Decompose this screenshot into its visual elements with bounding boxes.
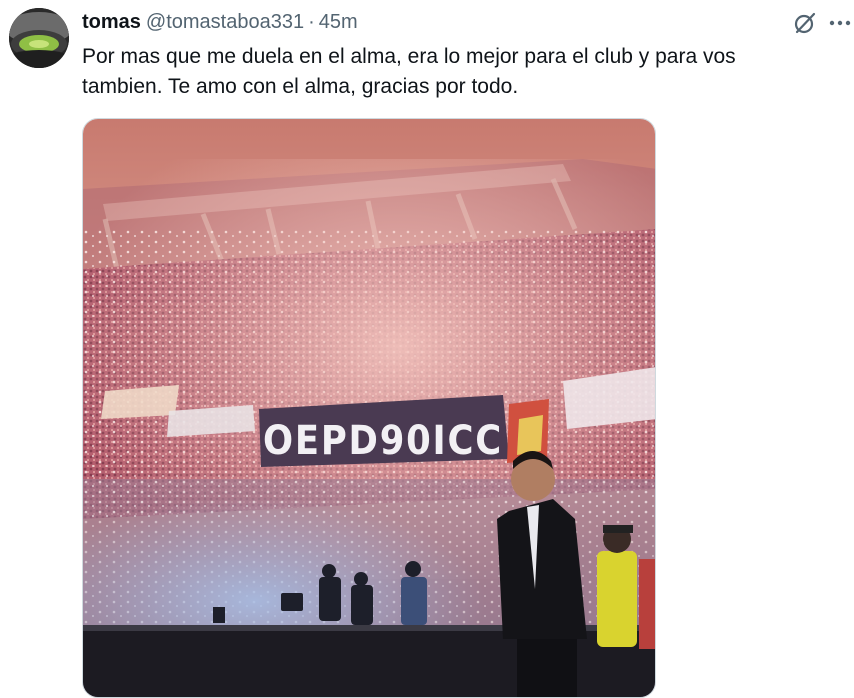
timestamp[interactable]: 45m [319, 11, 358, 34]
avatar-image [9, 8, 69, 68]
tweet-media-image[interactable]: OEPD90ICC [82, 118, 656, 698]
stadium-photo: OEPD90ICC [83, 119, 655, 697]
tweet-text: Por mas que me duela en el alma, era lo … [82, 42, 822, 102]
author-name[interactable]: tomas [82, 11, 141, 34]
tweet-text-line: tambien. Te amo con el alma, gracias por… [82, 75, 519, 98]
tweet-header: tomas @tomastaboa331 · 45m [82, 10, 358, 34]
more-icon[interactable] [826, 8, 854, 38]
separator: · [308, 10, 315, 33]
grok-icon[interactable] [790, 8, 820, 38]
author-handle[interactable]: @tomastaboa331 [146, 11, 304, 34]
tweet-text-line: Por mas que me duela en el alma, era lo … [82, 45, 736, 68]
tweet[interactable]: tomas @tomastaboa331 · 45m Por mas que m… [0, 0, 854, 698]
avatar[interactable] [9, 8, 69, 68]
